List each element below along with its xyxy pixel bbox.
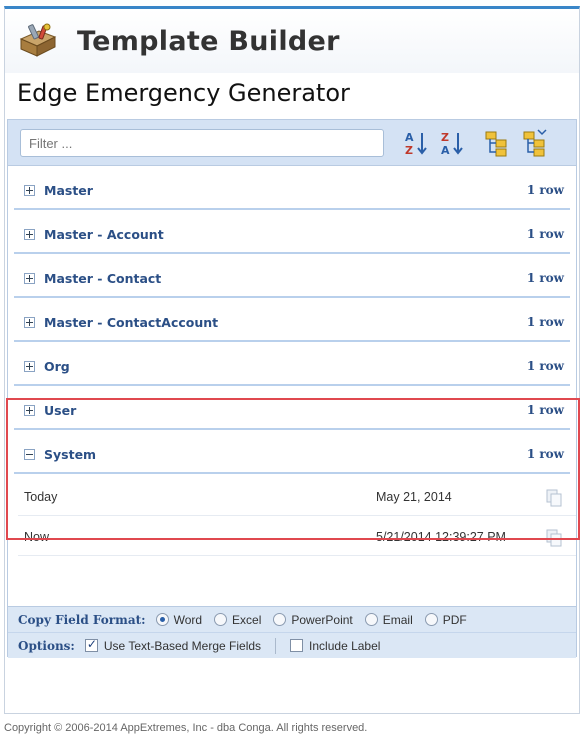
group-master[interactable]: Master 1 row	[14, 172, 570, 210]
group-name: User	[44, 402, 77, 418]
group-name: Master - Contact	[44, 270, 162, 286]
field-value: 5/21/2014 12:39:27 PM	[376, 529, 506, 544]
group-row-count: 1 row	[526, 359, 564, 373]
format-excel-option[interactable]: Excel	[214, 613, 261, 627]
checkbox-checked-icon[interactable]	[84, 637, 98, 652]
expand-all-icon[interactable]	[482, 128, 512, 158]
title-bar: Template Builder	[5, 9, 579, 73]
copy-icon[interactable]	[546, 489, 562, 507]
group-row-count: 1 row	[526, 447, 564, 461]
radio-icon[interactable]	[214, 613, 228, 626]
template-builder-window: Template Builder Edge Emergency Generato…	[4, 6, 580, 714]
svg-text:A: A	[405, 131, 414, 144]
copyright-text: Copyright © 2006-2014 AppExtremes, Inc -…	[4, 722, 368, 734]
field-toolbar: A Z Z A	[8, 120, 576, 166]
options-label: Options:	[18, 638, 75, 653]
collapse-all-icon[interactable]	[520, 128, 550, 158]
expand-icon[interactable]	[24, 404, 35, 416]
use-text-merge-option[interactable]: Use Text-Based Merge Fields	[84, 637, 262, 653]
group-name: System	[44, 446, 97, 462]
app-title: Template Builder	[77, 25, 340, 57]
include-label-label: Include Label	[309, 638, 381, 653]
expand-icon[interactable]	[24, 316, 35, 328]
format-powerpoint-label: PowerPoint	[291, 612, 353, 627]
expand-icon[interactable]	[24, 272, 35, 284]
radio-selected-icon[interactable]	[155, 613, 169, 626]
expand-icon[interactable]	[24, 228, 35, 240]
divider	[275, 637, 277, 654]
field-row-now: Now 5/21/2014 12:39:27 PM	[18, 518, 576, 556]
format-email-option[interactable]: Email	[364, 612, 413, 627]
svg-text:Z: Z	[405, 144, 413, 157]
copy-icon[interactable]	[546, 529, 562, 547]
format-word-label: Word	[173, 612, 203, 627]
group-user[interactable]: User 1 row	[14, 392, 570, 430]
field-name: Today	[24, 489, 58, 504]
options-bar: Options: Use Text-Based Merge Fields Inc…	[8, 632, 576, 658]
format-excel-label: Excel	[232, 612, 262, 627]
expand-icon[interactable]	[24, 184, 35, 196]
group-row-count: 1 row	[526, 183, 564, 197]
radio-icon[interactable]	[364, 613, 378, 626]
group-row-count: 1 row	[526, 403, 564, 417]
group-row-count: 1 row	[526, 315, 564, 329]
svg-text:Z: Z	[441, 131, 449, 144]
format-pdf-option[interactable]: PDF	[424, 612, 467, 627]
template-builder-logo-icon	[17, 23, 59, 59]
group-row-count: 1 row	[526, 227, 564, 241]
group-name: Org	[44, 358, 70, 374]
checkbox-icon[interactable]	[290, 639, 304, 652]
format-email-label: Email	[382, 612, 413, 627]
copy-format-bar: Copy Field Format: Word Excel PowerPoint…	[8, 606, 576, 632]
group-name: Master	[44, 182, 93, 198]
format-pdf-label: PDF	[442, 612, 467, 627]
field-value: May 21, 2014	[376, 489, 452, 504]
sort-descending-icon[interactable]: Z A	[438, 128, 468, 158]
filter-input[interactable]	[20, 129, 384, 157]
template-name: Edge Emergency Generator	[17, 79, 350, 107]
group-row-count: 1 row	[526, 271, 564, 285]
group-org[interactable]: Org 1 row	[14, 348, 570, 386]
expand-icon[interactable]	[24, 360, 35, 372]
format-powerpoint-option[interactable]: PowerPoint	[273, 612, 353, 627]
group-master-account[interactable]: Master - Account 1 row	[14, 216, 570, 254]
include-label-option[interactable]: Include Label	[290, 639, 380, 653]
collapse-icon[interactable]	[24, 448, 35, 460]
format-word-option[interactable]: Word	[155, 612, 203, 627]
field-row-today: Today May 21, 2014	[18, 478, 576, 516]
copy-format-label: Copy Field Format:	[18, 612, 146, 627]
radio-icon[interactable]	[273, 613, 287, 626]
group-name: Master - ContactAccount	[44, 314, 219, 330]
group-system[interactable]: System 1 row	[14, 436, 570, 474]
field-panel: A Z Z A	[7, 119, 577, 658]
group-master-contact[interactable]: Master - Contact 1 row	[14, 260, 570, 298]
sort-ascending-icon[interactable]: A Z	[402, 128, 432, 158]
svg-text:A: A	[441, 144, 450, 157]
radio-icon[interactable]	[424, 613, 438, 626]
group-master-contactaccount[interactable]: Master - ContactAccount 1 row	[14, 304, 570, 342]
group-name: Master - Account	[44, 226, 164, 242]
field-name: Now	[24, 529, 50, 544]
use-text-merge-label: Use Text-Based Merge Fields	[103, 638, 262, 653]
